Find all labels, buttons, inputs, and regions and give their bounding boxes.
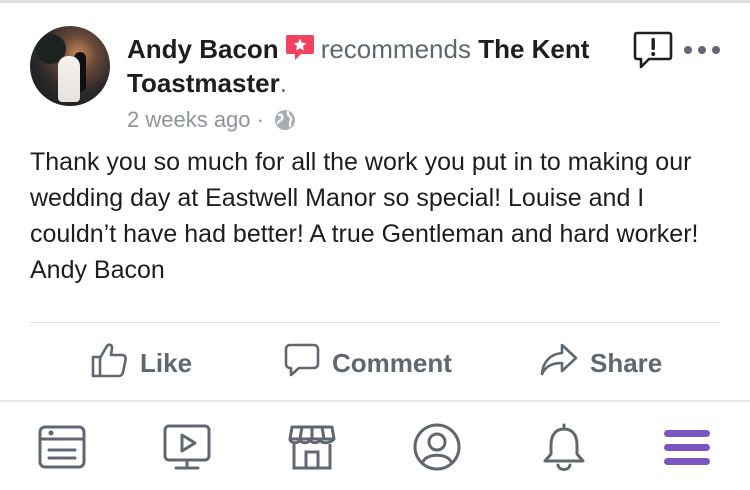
like-label: Like	[140, 347, 193, 378]
comment-icon	[284, 342, 320, 385]
notifications-icon[interactable]	[537, 420, 591, 474]
top-border	[0, 0, 750, 3]
globe-icon	[274, 109, 296, 138]
news-feed-icon[interactable]	[35, 420, 89, 474]
comment-label: Comment	[332, 347, 452, 378]
watch-icon[interactable]	[160, 420, 214, 474]
report-icon[interactable]	[633, 30, 673, 77]
post-body-text: Thank you so much for all the work you p…	[30, 148, 699, 284]
more-options-icon[interactable]	[683, 42, 721, 60]
post-header: Andy Bacon recommends The Kent Toastmaste…	[30, 26, 730, 138]
profile-icon[interactable]	[410, 420, 464, 474]
share-label: Share	[590, 347, 663, 378]
author-name[interactable]: Andy Bacon	[127, 34, 279, 64]
marketplace-icon[interactable]	[285, 420, 339, 474]
author-avatar[interactable]	[30, 26, 110, 106]
action-bar: Like Comment Share	[0, 323, 750, 400]
bottom-navigation	[0, 402, 750, 490]
share-icon	[540, 342, 578, 385]
recommends-verb: recommends	[320, 34, 471, 64]
meta-separator: ·	[256, 107, 264, 132]
post-title: Andy Bacon recommends The Kent Toastmaste…	[127, 32, 597, 100]
recommend-icon	[285, 34, 315, 60]
share-button[interactable]: Share	[540, 343, 662, 383]
like-button[interactable]: Like	[90, 342, 193, 385]
post-timestamp[interactable]: 2 weeks ago	[127, 107, 251, 132]
title-period: .	[279, 68, 287, 98]
avatar-bride	[58, 56, 80, 102]
comment-button[interactable]: Comment	[284, 343, 452, 383]
post-meta: 2 weeks ago ·	[127, 106, 296, 138]
thumbs-up-icon	[90, 342, 128, 385]
menu-icon[interactable]	[660, 420, 714, 474]
